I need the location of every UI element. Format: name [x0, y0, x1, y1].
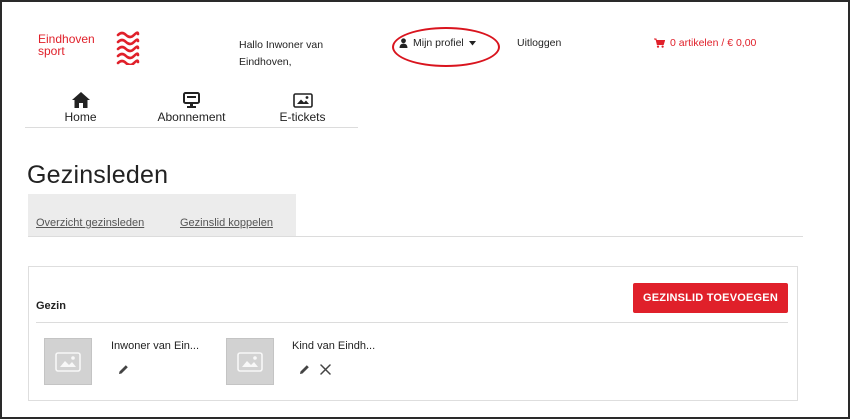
delete-icon[interactable] — [320, 364, 331, 375]
member-name: Inwoner van Ein... — [111, 340, 200, 352]
ticket-icon — [292, 93, 313, 108]
add-family-member-button[interactable]: GEZINSLID TOEVOEGEN — [633, 283, 788, 313]
logo-text-line2: sport — [38, 44, 65, 58]
caret-down-icon — [468, 40, 476, 45]
nav-item-home[interactable]: Home — [25, 88, 136, 127]
nav-label-home: Home — [64, 110, 97, 124]
greeting-line2: Eindhoven, — [239, 56, 292, 68]
image-placeholder-icon — [237, 351, 263, 372]
profile-dropdown[interactable]: Mijn profiel — [399, 37, 476, 49]
page-title: Gezinsleden — [27, 161, 169, 189]
user-greeting: Hallo Inwoner van Eindhoven, — [239, 37, 359, 71]
edit-icon[interactable] — [299, 364, 310, 375]
tab-gezinslid-koppelen[interactable]: Gezinslid koppelen — [180, 217, 273, 229]
nav-item-abonnement[interactable]: Abonnement — [136, 88, 247, 127]
panel-divider — [36, 322, 788, 323]
monitor-icon — [183, 92, 200, 108]
nav-label-etickets: E-tickets — [279, 110, 326, 124]
cart-icon — [654, 38, 665, 48]
cart-label: 0 artikelen / € 0,00 — [670, 37, 757, 49]
site-logo[interactable]: Eindhoven sport — [38, 31, 140, 65]
logo-wave-icon — [116, 31, 140, 65]
greeting-line1: Hallo Inwoner van — [239, 39, 324, 51]
cart-link[interactable]: 0 artikelen / € 0,00 — [654, 37, 756, 49]
tab-divider — [28, 236, 803, 237]
tab-bar — [28, 194, 296, 236]
nav-item-etickets[interactable]: E-tickets — [247, 88, 358, 127]
nav-label-abonnement: Abonnement — [157, 110, 226, 124]
tab-overzicht-gezinsleden[interactable]: Overzicht gezinsleden — [36, 217, 144, 229]
image-placeholder-icon — [55, 351, 81, 372]
profile-label: Mijn profiel — [413, 37, 464, 49]
member-avatar — [226, 338, 274, 385]
user-icon — [399, 38, 408, 48]
member-name: Kind van Eindh... — [292, 340, 376, 352]
main-nav: Home Abonnement E-tickets — [25, 88, 358, 128]
member-avatar — [44, 338, 92, 385]
logout-link[interactable]: Uitloggen — [517, 37, 561, 49]
panel-heading: Gezin — [36, 300, 66, 312]
home-icon — [71, 92, 90, 108]
edit-icon[interactable] — [118, 364, 129, 375]
